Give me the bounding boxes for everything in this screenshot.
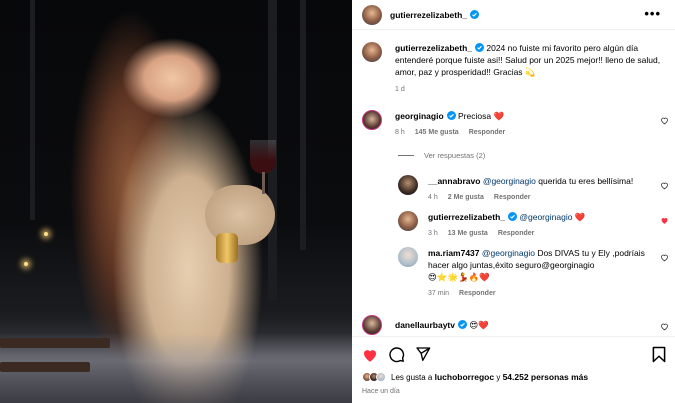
comment-time[interactable]: 8 h: [395, 127, 405, 139]
comment-text: Preciosa ❤️: [458, 111, 505, 121]
mention-link[interactable]: @georginagio: [483, 176, 536, 186]
view-replies-button[interactable]: Ver respuestas (2): [398, 151, 485, 160]
comment-time[interactable]: 37 min: [428, 288, 449, 300]
comment: danellaurbaytv 😍❤️: [362, 315, 672, 335]
comment-time[interactable]: 3 h: [428, 228, 438, 240]
caption-avatar[interactable]: [362, 42, 382, 62]
commenter-avatar[interactable]: [362, 315, 382, 335]
likes-prefix: Les gusta a: [391, 373, 435, 382]
post-date[interactable]: Hace un día: [362, 388, 400, 395]
reply-button[interactable]: Responder: [494, 192, 531, 204]
reply-button[interactable]: Responder: [498, 228, 535, 240]
commenter-username[interactable]: georginagio: [395, 111, 444, 121]
commenter-avatar[interactable]: [398, 175, 418, 195]
comment-text: 😍❤️: [469, 320, 489, 330]
comment-text: ❤️: [572, 212, 586, 222]
caption-time[interactable]: 1 d: [395, 84, 667, 96]
commenter-avatar[interactable]: [398, 247, 418, 267]
comment-emojis: 😍⭐🌟💃🔥❤️: [428, 272, 490, 282]
commenter-avatar[interactable]: [398, 211, 418, 231]
like-comment-heart-icon[interactable]: [660, 116, 669, 125]
verified-badge-icon: [508, 212, 517, 221]
author-avatar[interactable]: [362, 4, 382, 25]
commenter-username[interactable]: ma.riam7437: [428, 248, 480, 258]
divider: [398, 155, 414, 156]
verified-badge-icon: [475, 43, 484, 52]
action-bar: [352, 336, 675, 372]
mention-link[interactable]: @georginagio: [482, 248, 535, 258]
view-replies-label[interactable]: Ver respuestas (2): [424, 151, 485, 160]
author-username[interactable]: gutierrezelizabeth_: [390, 10, 467, 20]
like-comment-heart-icon[interactable]: [660, 322, 669, 331]
post-photo[interactable]: [0, 0, 352, 403]
liker-avatar[interactable]: [376, 372, 386, 382]
commenter-username[interactable]: gutierrezelizabeth_: [428, 212, 505, 222]
reply: ma.riam7437 @georginagio Dos DIVAS tu y …: [398, 247, 658, 300]
liker-username[interactable]: luchoborregoc: [435, 372, 495, 382]
comment-likes[interactable]: 13 Me gusta: [448, 228, 488, 240]
save-bookmark-icon[interactable]: [652, 346, 666, 363]
post-header: gutierrezelizabeth_ •••: [352, 0, 675, 30]
reply-button[interactable]: Responder: [459, 288, 496, 300]
commenter-username[interactable]: __annabravo: [428, 176, 480, 186]
comment: georginagio Preciosa ❤️ 8 h 145 Me gusta…: [362, 110, 672, 139]
likes-summary: Les gusta a luchoborregoc y 54.252 perso…: [362, 372, 588, 382]
reply-button[interactable]: Responder: [469, 127, 506, 139]
comment-text: querida tu eres bellísima!: [535, 176, 634, 186]
caption: gutierrezelizabeth_ 2024 no fuiste mi fa…: [362, 42, 667, 96]
more-options-button[interactable]: •••: [644, 6, 661, 21]
like-comment-heart-icon[interactable]: [660, 181, 669, 190]
liked-heart-icon[interactable]: [660, 216, 669, 225]
comment-likes[interactable]: 145 Me gusta: [415, 127, 459, 139]
post-detail-panel: gutierrezelizabeth_ ••• gutierrezelizabe…: [352, 0, 675, 403]
mention-link[interactable]: @georginagio: [519, 212, 572, 222]
verified-badge-icon: [470, 10, 479, 19]
like-comment-heart-icon[interactable]: [660, 253, 669, 262]
verified-badge-icon: [458, 320, 467, 329]
likes-conjunction: y: [494, 373, 503, 382]
comment-likes[interactable]: 2 Me gusta: [448, 192, 484, 204]
share-paper-plane-icon[interactable]: [415, 346, 431, 362]
comment-time[interactable]: 4 h: [428, 192, 438, 204]
reply: __annabravo @georginagio querida tu eres…: [398, 175, 672, 204]
verified-badge-icon: [446, 111, 456, 120]
commenter-avatar[interactable]: [362, 110, 382, 130]
comment-bubble-icon[interactable]: [388, 346, 405, 363]
like-heart-icon[interactable]: [361, 346, 379, 364]
caption-username[interactable]: gutierrezelizabeth_: [395, 43, 472, 53]
likes-count[interactable]: 54.252 personas más: [503, 372, 589, 382]
reply: gutierrezelizabeth_ @georginagio ❤️ 3 h …: [398, 211, 672, 240]
commenter-username[interactable]: danellaurbaytv: [395, 320, 455, 330]
